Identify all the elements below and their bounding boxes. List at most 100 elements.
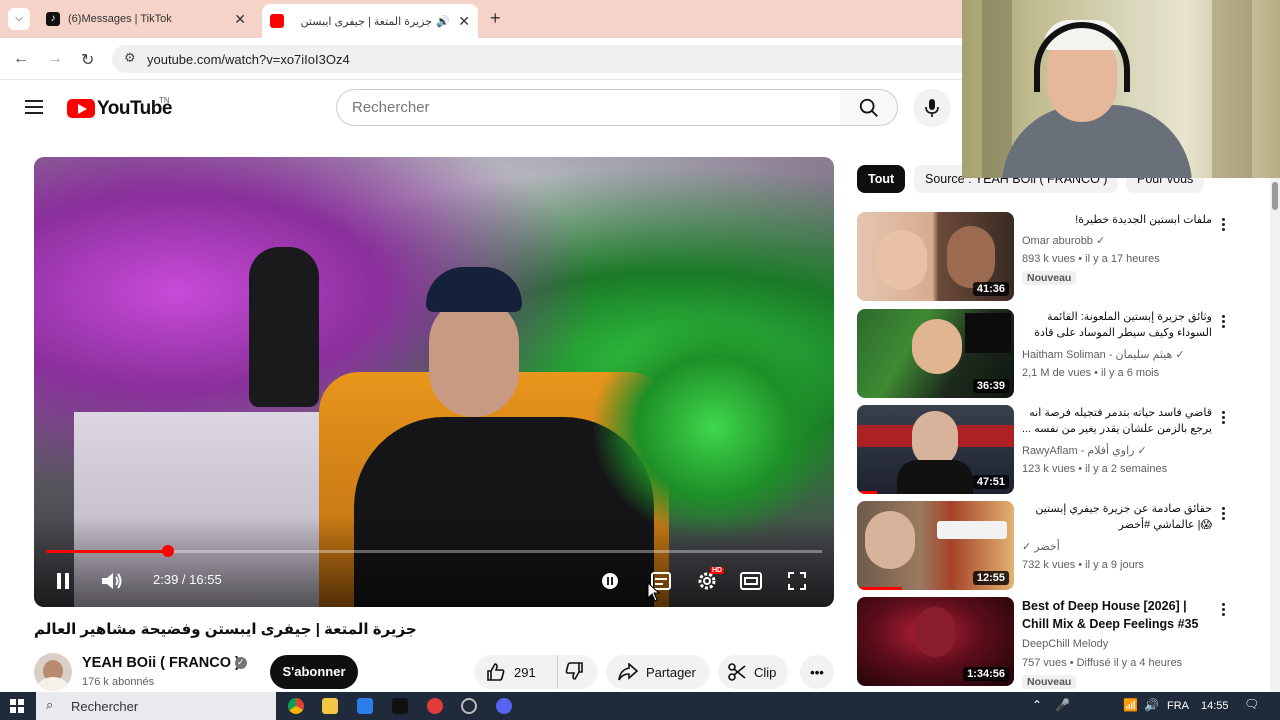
tray-chevron-icon[interactable]: ⌃ — [1032, 698, 1042, 712]
recommendation-title[interactable]: حقائق صادمة عن جزيرة جيفري إبستين 😱| عال… — [1022, 501, 1212, 533]
search-box[interactable] — [336, 89, 841, 126]
video-progress-scrubber[interactable] — [161, 545, 174, 557]
forward-arrow-icon[interactable]: → — [47, 50, 63, 68]
clock[interactable]: 14:55 — [1201, 700, 1229, 712]
recommendation-card[interactable]: 1:34:56 Best of Deep House [2026] | Chil… — [857, 597, 1257, 689]
voice-search-button[interactable] — [913, 89, 951, 127]
recommendation-meta: 123 k vues • il y a 2 semaines — [1022, 463, 1168, 475]
address-bar[interactable]: ⚙ youtube.com/watch?v=xo7iIoI3Oz4 — [112, 45, 972, 73]
like-button[interactable]: 291 — [474, 655, 558, 689]
video-progress-played — [46, 550, 168, 553]
search-button[interactable] — [840, 89, 898, 126]
network-icon[interactable]: 📶 — [1123, 698, 1138, 712]
discord-icon[interactable] — [496, 698, 512, 714]
search-input[interactable] — [352, 99, 822, 116]
settings-button[interactable]: HD — [696, 567, 725, 597]
video-title: جزيرة المتعة | جيفرى ايبستن وفضيحة مشاهي… — [34, 621, 417, 638]
url-text[interactable]: youtube.com/watch?v=xo7iIoI3Oz4 — [147, 52, 350, 67]
chevron-down-icon: ⌵ — [15, 13, 23, 24]
verified-check-icon: ✓ — [1137, 445, 1147, 457]
tab-search-dropdown-button[interactable]: ⌵ — [8, 8, 30, 30]
video-frame-figure-bear — [249, 247, 319, 407]
recommendation-card[interactable]: 36:39 وثائق جزيرة إبستين الملعونة: القائ… — [857, 309, 1257, 399]
video-thumbnail[interactable]: 47:51 — [857, 405, 1014, 494]
subscribe-button[interactable]: S'abonner — [270, 655, 358, 689]
volume-tray-icon[interactable]: 🔊 — [1144, 698, 1159, 712]
video-progress-bar[interactable] — [46, 545, 822, 557]
tab-title: (6)Messages | TikTok — [68, 13, 172, 25]
clip-button[interactable]: Clip — [718, 655, 788, 689]
recommendation-title[interactable]: قاضي فاسد حياته بتدمر فتجيله فرصة انه ير… — [1022, 405, 1212, 437]
menu-icon[interactable] — [25, 96, 43, 118]
video-thumbnail[interactable]: 36:39 — [857, 309, 1014, 398]
speaker-icon[interactable]: 🔊 — [436, 15, 450, 28]
tab-title: جزيرة المتعة | جيفرى ايبستن — [300, 15, 432, 28]
close-tab-icon[interactable]: ✕ — [458, 13, 470, 30]
recommendation-title[interactable]: وثائق جزيرة إبستين الملعونة: القائمة الس… — [1022, 309, 1212, 341]
recommendation-channel[interactable]: Omar aburobb ✓ — [1022, 234, 1105, 247]
recommendation-channel[interactable]: ✓ أخضر — [1022, 540, 1060, 553]
taskbar-search-box[interactable]: ⌕ Rechercher — [36, 692, 276, 720]
app-icon[interactable] — [461, 698, 477, 714]
miniplayer-button[interactable] — [740, 572, 762, 595]
microphone-icon — [925, 99, 939, 117]
notifications-icon[interactable]: 🗨 — [1244, 697, 1259, 711]
channel-avatar[interactable] — [34, 653, 72, 691]
video-duration: 47:51 — [972, 475, 1009, 489]
windows-start-icon[interactable] — [10, 699, 24, 713]
more-options-icon[interactable] — [1222, 409, 1226, 426]
microphone-tray-icon[interactable]: 🎤 — [1055, 698, 1070, 712]
video-frame-plant — [594, 317, 834, 537]
recommendation-card[interactable]: 12:55 حقائق صادمة عن جزيرة جيفري إبستين … — [857, 501, 1257, 591]
page-scrollbar[interactable] — [1270, 178, 1280, 692]
channel-label: Omar aburobb — [1022, 235, 1093, 247]
play-triangle — [78, 104, 87, 114]
video-frame-face — [429, 297, 519, 417]
site-settings-icon[interactable]: ⚙ — [124, 50, 136, 66]
new-tab-button[interactable]: + — [490, 8, 501, 29]
browser-toolbar: ← → ↻ ⚙ youtube.com/watch?v=xo7iIoI3Oz4 — [0, 38, 972, 80]
recommendation-title[interactable]: Best of Deep House [2026] | Chill Mix & … — [1022, 597, 1212, 633]
search-icon — [859, 98, 878, 117]
mouse-cursor-icon — [647, 582, 661, 602]
more-actions-button[interactable]: ••• — [800, 655, 834, 689]
video-thumbnail[interactable]: 41:36 — [857, 212, 1014, 301]
reload-icon[interactable]: ↻ — [81, 50, 94, 70]
like-dislike-group: 291 — [474, 655, 598, 689]
language-indicator[interactable]: FRA — [1167, 700, 1189, 712]
share-button[interactable]: Partager — [606, 655, 710, 689]
tab-youtube-video[interactable]: جزيرة المتعة | جيفرى ايبستن 🔊 ✕ — [262, 4, 478, 38]
dislike-button[interactable] — [558, 661, 584, 684]
recommendation-channel[interactable]: DeepChill Melody — [1022, 638, 1108, 650]
chip-all[interactable]: Tout — [857, 165, 906, 193]
more-options-icon[interactable] — [1222, 505, 1226, 522]
scrollbar-thumb[interactable] — [1272, 182, 1278, 210]
file-explorer-icon[interactable] — [322, 698, 338, 714]
video-thumbnail[interactable]: 1:34:56 — [857, 597, 1014, 686]
pause-button[interactable] — [56, 573, 70, 594]
autoplay-toggle[interactable] — [602, 573, 618, 594]
recommendation-card[interactable]: 47:51 قاضي فاسد حياته بتدمر فتجيله فرصة … — [857, 405, 1257, 495]
volume-button[interactable] — [101, 571, 123, 596]
thumbs-up-icon — [487, 663, 505, 681]
video-player[interactable]: 2:39 / 16:55 HD — [34, 157, 834, 607]
fullscreen-button[interactable] — [788, 572, 806, 595]
recommendation-channel[interactable]: RawyAflam - راوي أفلام ✓ — [1022, 444, 1147, 457]
more-options-icon[interactable] — [1222, 313, 1226, 330]
recommendation-channel[interactable]: Haitham Soliman - هيثم سليمان ✓ — [1022, 348, 1185, 361]
recommendation-card[interactable]: 41:36 ملفات ابستين الجديدة خطيرة! Omar a… — [857, 212, 1257, 302]
youtube-icon — [270, 14, 284, 28]
recommendation-title[interactable]: ملفات ابستين الجديدة خطيرة! — [1022, 212, 1212, 228]
tab-tiktok[interactable]: ♪ (6)Messages | TikTok ✕ — [36, 4, 254, 34]
video-thumbnail[interactable]: 12:55 — [857, 501, 1014, 590]
more-options-icon[interactable] — [1222, 601, 1226, 618]
capcut-icon[interactable] — [392, 698, 408, 714]
recorder-icon[interactable] — [427, 698, 443, 714]
close-tab-icon[interactable]: ✕ — [234, 11, 246, 28]
more-options-icon[interactable] — [1222, 216, 1226, 233]
store-icon[interactable] — [357, 698, 373, 714]
channel-name[interactable]: YEAH BOii ( FRANCO ) — [82, 655, 240, 671]
channel-label: أخضر — [1034, 541, 1060, 553]
back-arrow-icon[interactable]: ← — [13, 50, 29, 68]
chrome-icon[interactable] — [288, 698, 304, 714]
